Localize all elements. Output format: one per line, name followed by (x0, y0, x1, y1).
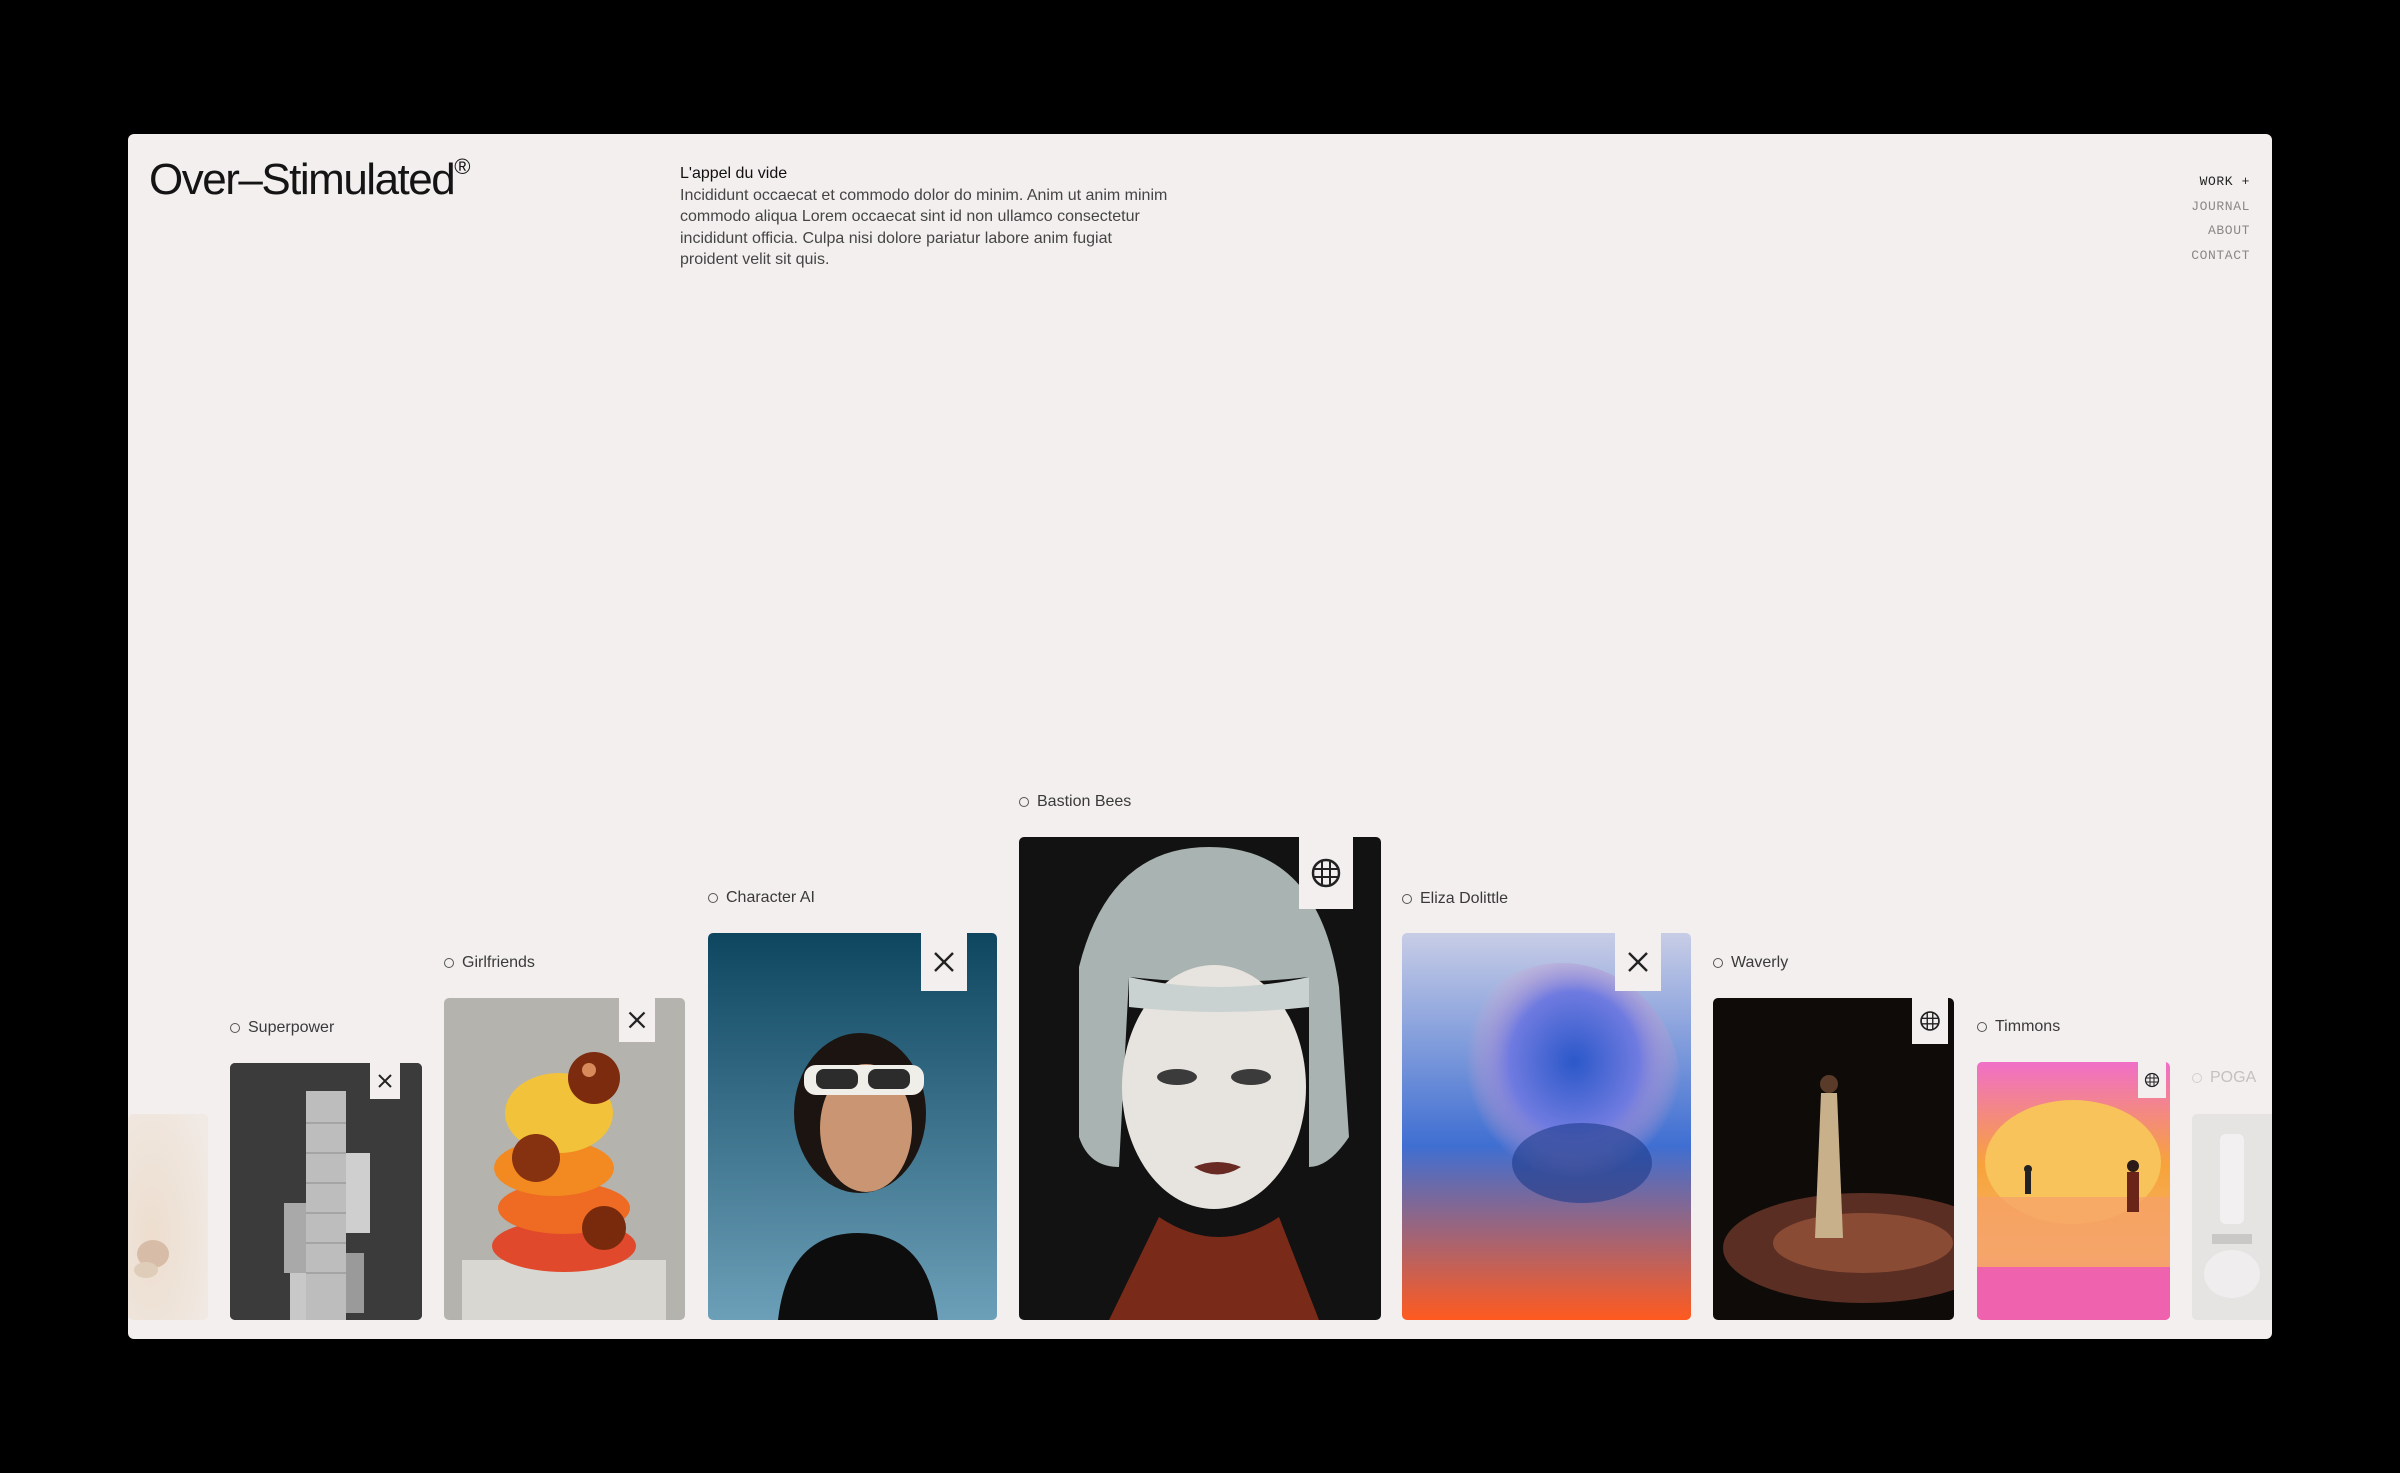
project-label-text: Eliza Dolittle (1420, 890, 1509, 907)
cross-arrows-icon[interactable] (921, 933, 967, 991)
radio-icon (2192, 1073, 2202, 1083)
radio-icon (1402, 894, 1412, 904)
building-photo (230, 1063, 422, 1320)
project-label-text: Superpower (248, 1019, 335, 1036)
project-label[interactable]: Bastion Bees (1019, 793, 1131, 811)
registered-mark: ® (454, 154, 470, 180)
project-image[interactable] (708, 933, 997, 1320)
nav-about[interactable]: ABOUT (2191, 219, 2250, 244)
project-image[interactable] (1402, 933, 1691, 1320)
project-image[interactable] (2192, 1114, 2272, 1320)
project-label-text: Waverly (1731, 954, 1789, 971)
project-label[interactable]: Superpower (230, 1019, 334, 1037)
main-nav: WORK + JOURNAL ABOUT CONTACT (2191, 170, 2250, 268)
cross-arrows-icon[interactable] (1615, 933, 1661, 991)
sculpture-photo (444, 998, 685, 1320)
poga-photo (2192, 1114, 2272, 1320)
project-label[interactable]: Eliza Dolittle (1402, 890, 1508, 908)
project-label[interactable]: Character AI (708, 889, 815, 907)
globe-icon[interactable] (2138, 1062, 2166, 1098)
project-image[interactable] (444, 998, 685, 1320)
project-label-text: Timmons (1995, 1018, 2061, 1035)
project-image[interactable] (230, 1063, 422, 1320)
project-image[interactable] (1977, 1062, 2170, 1320)
cross-arrows-icon[interactable] (619, 998, 655, 1042)
gradient-artwork (1402, 933, 1691, 1320)
project-label[interactable]: Timmons (1977, 1018, 2060, 1036)
project-label-text: Bastion Bees (1037, 793, 1132, 810)
intro-block: L'appel du vide Incididunt occaecat et c… (680, 163, 1170, 271)
brand-name: Over–Stimulated (149, 155, 456, 204)
radio-icon (1713, 958, 1723, 968)
intro-title: L'appel du vide (680, 165, 788, 182)
globe-icon[interactable] (1299, 837, 1353, 909)
radio-icon (230, 1023, 240, 1033)
nav-journal[interactable]: JOURNAL (2191, 195, 2250, 220)
sunset-artwork (1977, 1062, 2170, 1320)
project-label[interactable]: Girlfriends (444, 954, 535, 972)
radio-icon (1977, 1022, 1987, 1032)
radio-icon (1019, 797, 1029, 807)
project-label-text: Girlfriends (462, 954, 535, 971)
globe-icon[interactable] (1912, 998, 1948, 1044)
portrait-photo (1019, 837, 1381, 1320)
cross-arrows-icon[interactable] (370, 1063, 400, 1099)
brand-logo[interactable]: Over–Stimulated® (149, 155, 470, 204)
project-label-text: Character AI (726, 889, 815, 906)
project-image-previous[interactable] (128, 1114, 208, 1320)
portrait-photo (708, 933, 997, 1320)
project-label[interactable]: Waverly (1713, 954, 1788, 972)
intro-body: Incididunt occaecat et commodo dolor do … (680, 186, 1168, 269)
previous-photo (128, 1114, 208, 1320)
project-label-text: POGA (2210, 1069, 2257, 1086)
nav-work[interactable]: WORK + (2191, 170, 2250, 195)
nav-contact[interactable]: CONTACT (2191, 244, 2250, 269)
fashion-photo (1713, 998, 1954, 1320)
project-label[interactable]: POGA (2192, 1069, 2256, 1087)
project-image[interactable] (1019, 837, 1381, 1320)
page: Over–Stimulated® L'appel du vide Incidid… (128, 134, 2272, 1339)
radio-icon (444, 958, 454, 968)
radio-icon (708, 893, 718, 903)
project-image[interactable] (1713, 998, 1954, 1320)
